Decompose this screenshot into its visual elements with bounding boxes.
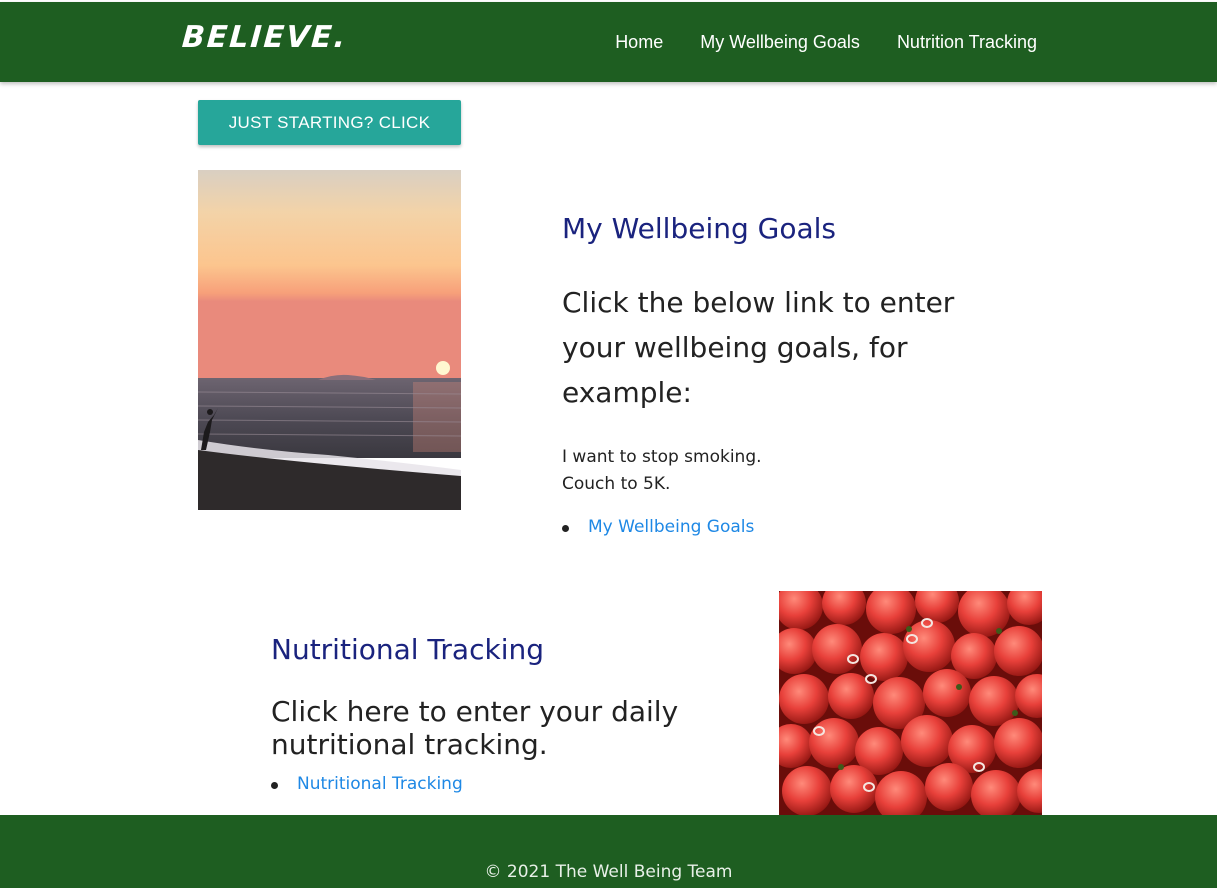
goal-example: Couch to 5K. (562, 474, 671, 494)
nav-link-home[interactable]: Home (615, 32, 663, 53)
tomatoes-image (779, 591, 1042, 815)
brand-logo[interactable]: BELIEVE. (181, 20, 349, 55)
goal-examples: I want to stop smoking. Couch to 5K. (562, 444, 762, 498)
footer: © 2021 The Well Being Team (0, 815, 1217, 888)
nav-link-wellbeing-goals[interactable]: My Wellbeing Goals (700, 32, 860, 53)
just-starting-button[interactable]: JUST STARTING? CLICK (198, 100, 461, 145)
bullet-icon (562, 525, 569, 532)
goal-example: I want to stop smoking. (562, 447, 762, 467)
nutritional-tracking-subtitle: Click here to enter your daily nutrition… (271, 695, 679, 761)
wellbeing-goals-subtitle: Click the below link to enter your wellb… (562, 286, 955, 409)
nav-links: Home My Wellbeing Goals Nutrition Tracki… (615, 32, 1037, 53)
navbar: BELIEVE. Home My Wellbeing Goals Nutriti… (0, 2, 1217, 82)
wellbeing-goals-heading: My Wellbeing Goals (562, 212, 837, 245)
footer-copyright: © 2021 The Well Being Team (484, 862, 733, 882)
sunset-beach-image (198, 170, 461, 510)
nutritional-tracking-link[interactable]: Nutritional Tracking (297, 774, 463, 794)
nav-link-nutrition-tracking[interactable]: Nutrition Tracking (897, 32, 1037, 53)
bullet-icon (271, 782, 278, 789)
nutritional-tracking-heading: Nutritional Tracking (271, 633, 544, 666)
wellbeing-goals-link[interactable]: My Wellbeing Goals (588, 517, 754, 537)
